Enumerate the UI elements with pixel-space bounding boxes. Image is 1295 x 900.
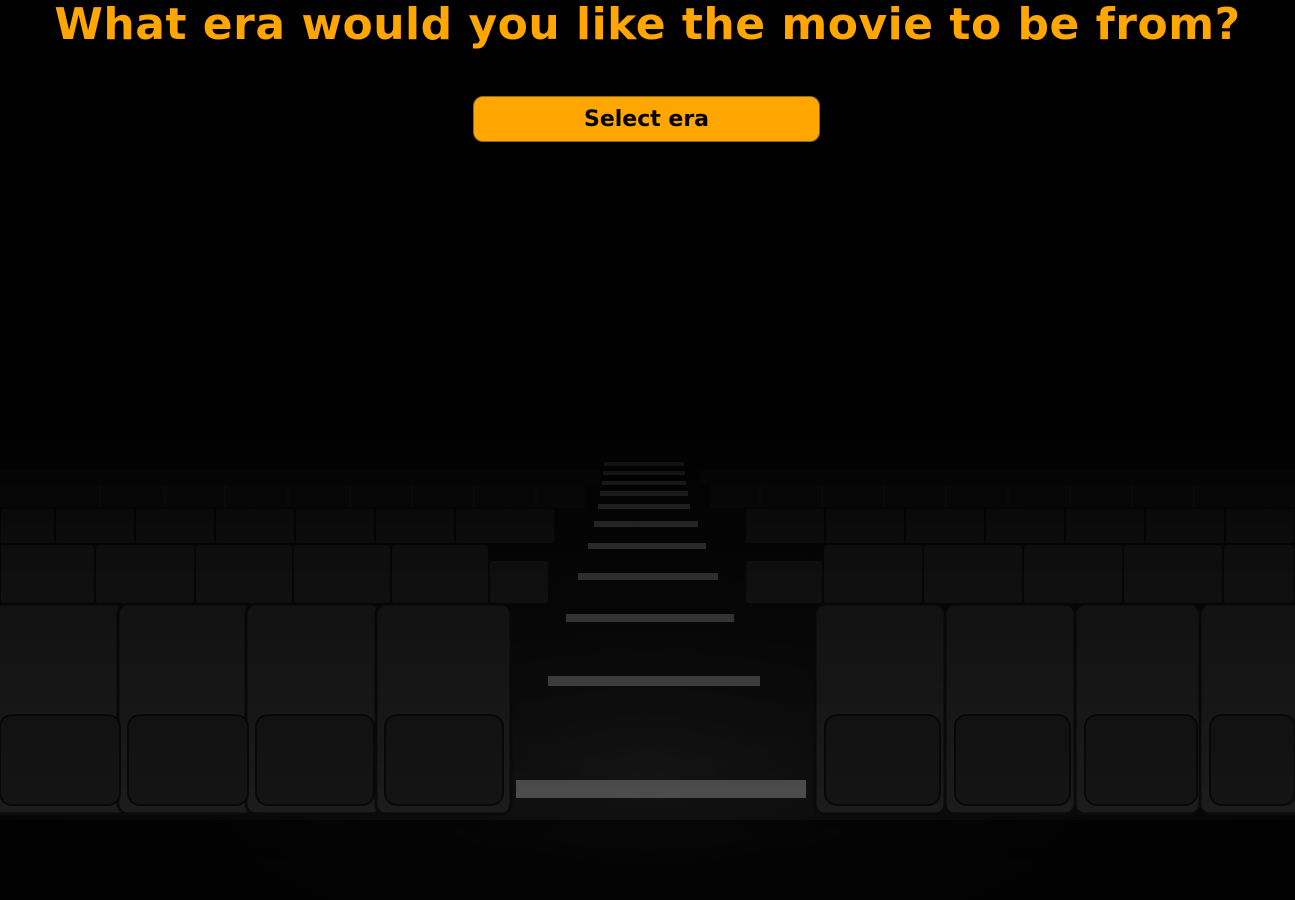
page: What era would you like the movie to be … (0, 0, 1295, 900)
page-title: What era would you like the movie to be … (54, 0, 1241, 50)
select-era-label: Select era (583, 106, 710, 132)
select-era-button[interactable]: Select era (473, 96, 820, 142)
